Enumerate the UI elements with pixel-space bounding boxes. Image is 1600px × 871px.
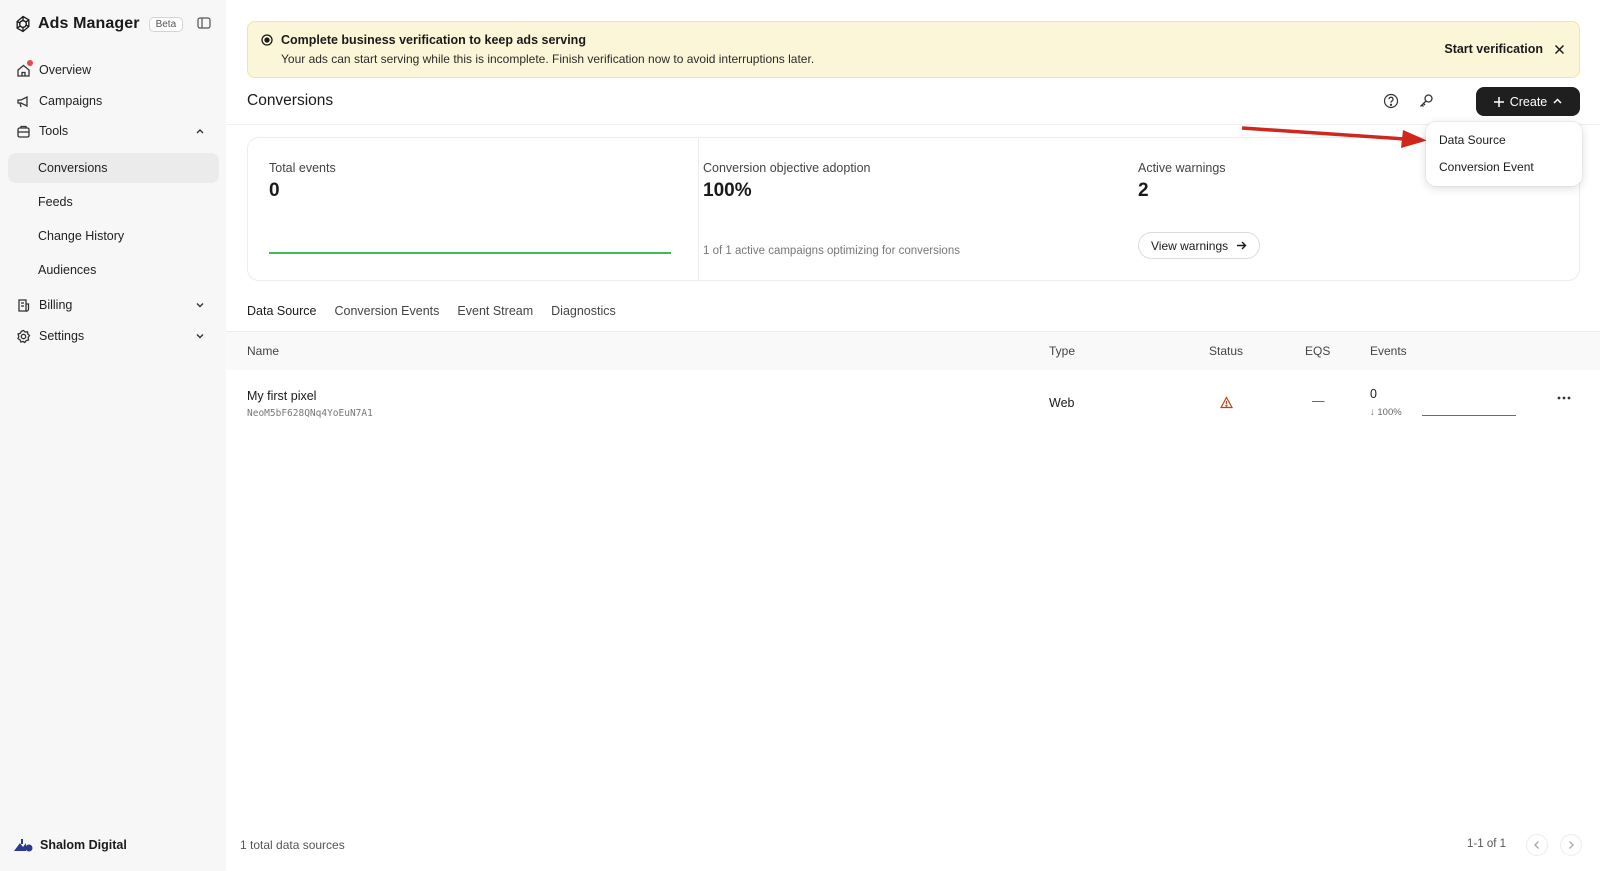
sidebar-item-label: Feeds [38,195,73,209]
receipt-icon [16,298,31,313]
megaphone-icon [16,94,31,109]
sidebar-item-audiences[interactable]: Audiences [8,255,219,285]
sidebar-item-label: Change History [38,229,125,243]
view-warnings-button[interactable]: View warnings [1138,232,1261,259]
start-verification-button[interactable]: Start verification [1444,42,1543,56]
sidebar-item-tools[interactable]: Tools [8,116,219,146]
stat-label: Conversion objective adoption [703,161,871,175]
page-title: Conversions [247,92,334,109]
chevron-right-icon [1569,841,1574,849]
next-page-button[interactable] [1560,834,1582,856]
beta-badge: Beta [148,16,184,32]
plus-icon [1493,96,1504,107]
sidebar-item-label: Overview [39,63,92,77]
sidebar-item-label: Campaigns [39,94,103,108]
sidebar-item-label: Settings [39,329,85,343]
sidebar-item-label: Conversions [38,161,108,175]
column-header-status[interactable]: Status [1209,344,1243,358]
prev-page-button[interactable] [1526,834,1548,856]
tab-event-stream[interactable]: Event Stream [457,304,533,330]
data-source-name[interactable]: My first pixel [247,389,316,403]
create-button[interactable]: Create [1476,87,1580,116]
tabs: Data Source Conversion Events Event Stre… [247,304,634,333]
key-icon[interactable] [1418,93,1434,109]
sidebar-item-conversions[interactable]: Conversions [8,153,219,183]
menu-item-conversion-event[interactable]: Conversion Event [1439,160,1534,174]
sidebar-item-overview[interactable]: Overview [8,55,219,85]
data-source-id: NeoM5bF628QNq4YoEuN7A1 [247,408,373,419]
events-change: ↓ 100% [1370,407,1402,418]
chevron-left-icon [1534,841,1539,849]
tab-diagnostics[interactable]: Diagnostics [551,304,616,330]
workspace-logo-icon [14,839,33,852]
chevron-up-icon [196,129,204,134]
openai-logo-icon [16,15,30,33]
table-row[interactable]: My first pixel NeoM5bF628QNq4YoEuN7A1 We… [226,370,1600,436]
total-count: 1 total data sources [240,838,345,852]
view-warnings-label: View warnings [1151,238,1229,253]
stats-panel: Total events 0 Conversion objective adop… [247,137,1580,281]
sidebar-item-change-history[interactable]: Change History [8,221,219,251]
warning-icon [1220,396,1233,409]
chevron-down-icon [196,303,204,308]
menu-item-data-source[interactable]: Data Source [1439,133,1506,147]
gear-icon [16,329,31,344]
app-title: Ads Manager [38,15,140,32]
notification-dot [27,59,33,66]
arrow-right-icon [1237,241,1247,250]
stat-label: Active warnings [1138,161,1226,175]
close-icon[interactable] [1554,44,1565,55]
column-header-eqs[interactable]: EQS [1305,344,1330,358]
target-icon [261,34,273,46]
sidebar-item-feeds[interactable]: Feeds [8,187,219,217]
brand[interactable]: Ads Manager Beta [13,13,184,35]
events-count: 0 [1370,387,1377,401]
sidebar-item-label: Tools [39,124,69,138]
sidebar-item-billing[interactable]: Billing [8,290,219,320]
stat-value: 0 [269,180,280,201]
column-header-name[interactable]: Name [247,344,279,358]
sidebar-item-label: Audiences [38,263,97,277]
sidebar-toggle-icon[interactable] [197,16,211,30]
tab-conversion-events[interactable]: Conversion Events [334,304,439,330]
home-icon [16,59,33,78]
verification-banner: Complete business verification to keep a… [247,21,1580,78]
stat-label: Total events [269,161,336,175]
workspace-switcher[interactable]: Shalom Digital [12,836,127,854]
tab-data-source[interactable]: Data Source [247,304,317,333]
chevron-up-icon [1553,98,1562,104]
banner-description: Your ads can start serving while this is… [281,52,815,66]
stat-value: 2 [1138,180,1149,201]
more-options-icon[interactable] [1556,395,1572,401]
help-icon[interactable] [1383,93,1399,109]
events-sparkline [269,252,671,254]
sidebar-item-label: Billing [39,298,73,312]
create-dropdown-menu: Data Source Conversion Event [1426,122,1582,186]
toolbox-icon [16,124,31,139]
annotation-arrow-icon [1241,126,1427,148]
stat-conversion-adoption: Conversion objective adoption 100% 1 of … [682,138,1132,280]
events-row-sparkline [1422,415,1516,416]
stat-value: 100% [703,180,752,201]
column-header-type[interactable]: Type [1049,344,1075,358]
workspace-name: Shalom Digital [40,838,127,852]
sidebar: Ads Manager Beta Overview Campaigns Tool… [0,0,226,871]
chevron-down-icon [196,334,204,339]
banner-title: Complete business verification to keep a… [281,33,586,47]
table-header: Name Type Status EQS Events [226,332,1600,370]
stat-subtext: 1 of 1 active campaigns optimizing for c… [703,245,960,257]
eqs-value: — [1312,394,1325,408]
pagination-range: 1-1 of 1 [1467,838,1506,850]
column-header-events[interactable]: Events [1370,344,1407,358]
create-button-label: Create [1509,94,1548,109]
data-source-type: Web [1049,396,1075,410]
sidebar-item-settings[interactable]: Settings [8,321,219,351]
sidebar-item-campaigns[interactable]: Campaigns [8,86,219,116]
stat-total-events: Total events 0 [248,138,698,280]
